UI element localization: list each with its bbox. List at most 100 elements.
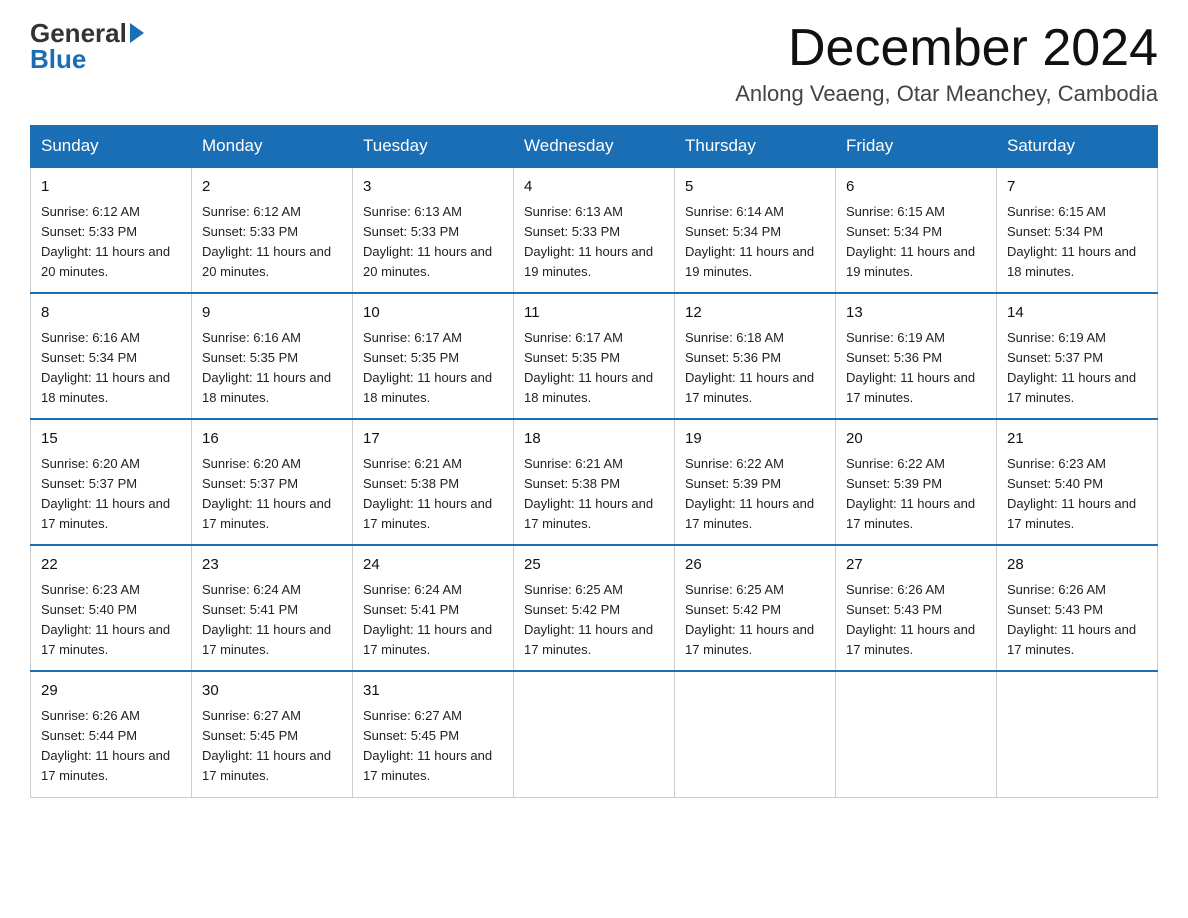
day-number: 11 — [524, 302, 664, 325]
calendar-cell: 1 Sunrise: 6:12 AMSunset: 5:33 PMDaylight… — [31, 167, 192, 293]
day-info: Sunrise: 6:23 AMSunset: 5:40 PMDaylight:… — [1007, 454, 1147, 535]
day-number: 5 — [685, 176, 825, 199]
calendar-cell: 13 Sunrise: 6:19 AMSunset: 5:36 PMDayligh… — [836, 293, 997, 419]
day-info: Sunrise: 6:18 AMSunset: 5:36 PMDaylight:… — [685, 328, 825, 409]
calendar-cell: 6 Sunrise: 6:15 AMSunset: 5:34 PMDaylight… — [836, 167, 997, 293]
day-info: Sunrise: 6:25 AMSunset: 5:42 PMDaylight:… — [685, 580, 825, 661]
day-info: Sunrise: 6:25 AMSunset: 5:42 PMDaylight:… — [524, 580, 664, 661]
calendar-cell — [675, 671, 836, 797]
calendar-cell: 22 Sunrise: 6:23 AMSunset: 5:40 PMDayligh… — [31, 545, 192, 671]
calendar-cell: 2 Sunrise: 6:12 AMSunset: 5:33 PMDaylight… — [192, 167, 353, 293]
week-row-5: 29 Sunrise: 6:26 AMSunset: 5:44 PMDayligh… — [31, 671, 1158, 797]
day-number: 29 — [41, 680, 181, 703]
day-number: 24 — [363, 554, 503, 577]
logo: General Blue — [30, 20, 147, 75]
calendar-cell: 12 Sunrise: 6:18 AMSunset: 5:36 PMDayligh… — [675, 293, 836, 419]
day-number: 15 — [41, 428, 181, 451]
day-number: 10 — [363, 302, 503, 325]
day-number: 12 — [685, 302, 825, 325]
day-info: Sunrise: 6:21 AMSunset: 5:38 PMDaylight:… — [363, 454, 503, 535]
day-number: 25 — [524, 554, 664, 577]
day-info: Sunrise: 6:21 AMSunset: 5:38 PMDaylight:… — [524, 454, 664, 535]
title-area: December 2024 Anlong Veaeng, Otar Meanch… — [735, 20, 1158, 107]
location-title: Anlong Veaeng, Otar Meanchey, Cambodia — [735, 81, 1158, 107]
week-row-3: 15 Sunrise: 6:20 AMSunset: 5:37 PMDayligh… — [31, 419, 1158, 545]
day-info: Sunrise: 6:20 AMSunset: 5:37 PMDaylight:… — [41, 454, 181, 535]
day-number: 17 — [363, 428, 503, 451]
calendar-cell: 17 Sunrise: 6:21 AMSunset: 5:38 PMDayligh… — [353, 419, 514, 545]
day-info: Sunrise: 6:22 AMSunset: 5:39 PMDaylight:… — [685, 454, 825, 535]
calendar-cell: 9 Sunrise: 6:16 AMSunset: 5:35 PMDaylight… — [192, 293, 353, 419]
calendar-cell: 26 Sunrise: 6:25 AMSunset: 5:42 PMDayligh… — [675, 545, 836, 671]
day-number: 21 — [1007, 428, 1147, 451]
day-number: 18 — [524, 428, 664, 451]
calendar-cell: 14Sunrise: 6:19 AMSunset: 5:37 PMDayligh… — [997, 293, 1158, 419]
calendar-cell — [514, 671, 675, 797]
day-info: Sunrise: 6:16 AMSunset: 5:34 PMDaylight:… — [41, 328, 181, 409]
calendar-cell: 3Sunrise: 6:13 AMSunset: 5:33 PMDaylight… — [353, 167, 514, 293]
calendar-cell: 7Sunrise: 6:15 AMSunset: 5:34 PMDaylight… — [997, 167, 1158, 293]
day-number: 20 — [846, 428, 986, 451]
calendar-cell: 31Sunrise: 6:27 AMSunset: 5:45 PMDayligh… — [353, 671, 514, 797]
day-number: 27 — [846, 554, 986, 577]
day-number: 2 — [202, 176, 342, 199]
day-number: 7 — [1007, 176, 1147, 199]
page-header: General Blue December 2024 Anlong Veaeng… — [30, 20, 1158, 107]
calendar-cell: 4 Sunrise: 6:13 AMSunset: 5:33 PMDaylight… — [514, 167, 675, 293]
day-info: Sunrise: 6:15 AMSunset: 5:34 PMDaylight:… — [846, 202, 986, 283]
header-tuesday: Tuesday — [353, 126, 514, 168]
calendar-cell: 16Sunrise: 6:20 AMSunset: 5:37 PMDayligh… — [192, 419, 353, 545]
calendar-cell: 24Sunrise: 6:24 AMSunset: 5:41 PMDayligh… — [353, 545, 514, 671]
day-number: 28 — [1007, 554, 1147, 577]
day-info: Sunrise: 6:12 AMSunset: 5:33 PMDaylight:… — [41, 202, 181, 283]
header-thursday: Thursday — [675, 126, 836, 168]
day-number: 9 — [202, 302, 342, 325]
header-sunday: Sunday — [31, 126, 192, 168]
header-monday: Monday — [192, 126, 353, 168]
calendar-cell: 20 Sunrise: 6:22 AMSunset: 5:39 PMDayligh… — [836, 419, 997, 545]
day-number: 22 — [41, 554, 181, 577]
calendar-cell: 19 Sunrise: 6:22 AMSunset: 5:39 PMDayligh… — [675, 419, 836, 545]
day-number: 13 — [846, 302, 986, 325]
day-info: Sunrise: 6:24 AMSunset: 5:41 PMDaylight:… — [202, 580, 342, 661]
day-info: Sunrise: 6:14 AMSunset: 5:34 PMDaylight:… — [685, 202, 825, 283]
day-number: 19 — [685, 428, 825, 451]
day-info: Sunrise: 6:12 AMSunset: 5:33 PMDaylight:… — [202, 202, 342, 283]
calendar-cell: 10 Sunrise: 6:17 AMSunset: 5:35 PMDayligh… — [353, 293, 514, 419]
day-info: Sunrise: 6:13 AMSunset: 5:33 PMDaylight:… — [524, 202, 664, 283]
calendar-cell: 18 Sunrise: 6:21 AMSunset: 5:38 PMDayligh… — [514, 419, 675, 545]
calendar-table: SundayMondayTuesdayWednesdayThursdayFrid… — [30, 125, 1158, 797]
calendar-cell — [836, 671, 997, 797]
calendar-cell: 11Sunrise: 6:17 AMSunset: 5:35 PMDayligh… — [514, 293, 675, 419]
calendar-cell: 25 Sunrise: 6:25 AMSunset: 5:42 PMDayligh… — [514, 545, 675, 671]
day-info: Sunrise: 6:17 AMSunset: 5:35 PMDaylight:… — [363, 328, 503, 409]
day-number: 6 — [846, 176, 986, 199]
day-info: Sunrise: 6:26 AMSunset: 5:43 PMDaylight:… — [1007, 580, 1147, 661]
calendar-cell: 21 Sunrise: 6:23 AMSunset: 5:40 PMDayligh… — [997, 419, 1158, 545]
day-number: 14 — [1007, 302, 1147, 325]
day-number: 23 — [202, 554, 342, 577]
day-number: 16 — [202, 428, 342, 451]
header-wednesday: Wednesday — [514, 126, 675, 168]
calendar-cell: 23 Sunrise: 6:24 AMSunset: 5:41 PMDayligh… — [192, 545, 353, 671]
day-info: Sunrise: 6:16 AMSunset: 5:35 PMDaylight:… — [202, 328, 342, 409]
day-number: 31 — [363, 680, 503, 703]
calendar-cell: 5 Sunrise: 6:14 AMSunset: 5:34 PMDaylight… — [675, 167, 836, 293]
header-saturday: Saturday — [997, 126, 1158, 168]
day-info: Sunrise: 6:19 AMSunset: 5:36 PMDaylight:… — [846, 328, 986, 409]
week-row-2: 8 Sunrise: 6:16 AMSunset: 5:34 PMDaylight… — [31, 293, 1158, 419]
day-info: Sunrise: 6:23 AMSunset: 5:40 PMDaylight:… — [41, 580, 181, 661]
day-number: 8 — [41, 302, 181, 325]
day-number: 30 — [202, 680, 342, 703]
logo-triangle-icon — [130, 23, 144, 43]
calendar-cell: 8 Sunrise: 6:16 AMSunset: 5:34 PMDaylight… — [31, 293, 192, 419]
week-row-1: 1 Sunrise: 6:12 AMSunset: 5:33 PMDaylight… — [31, 167, 1158, 293]
day-number: 26 — [685, 554, 825, 577]
calendar-cell — [997, 671, 1158, 797]
day-number: 1 — [41, 176, 181, 199]
logo-general-text: General — [30, 20, 127, 46]
day-info: Sunrise: 6:26 AMSunset: 5:44 PMDaylight:… — [41, 706, 181, 787]
week-row-4: 22 Sunrise: 6:23 AMSunset: 5:40 PMDayligh… — [31, 545, 1158, 671]
day-number: 4 — [524, 176, 664, 199]
day-info: Sunrise: 6:22 AMSunset: 5:39 PMDaylight:… — [846, 454, 986, 535]
